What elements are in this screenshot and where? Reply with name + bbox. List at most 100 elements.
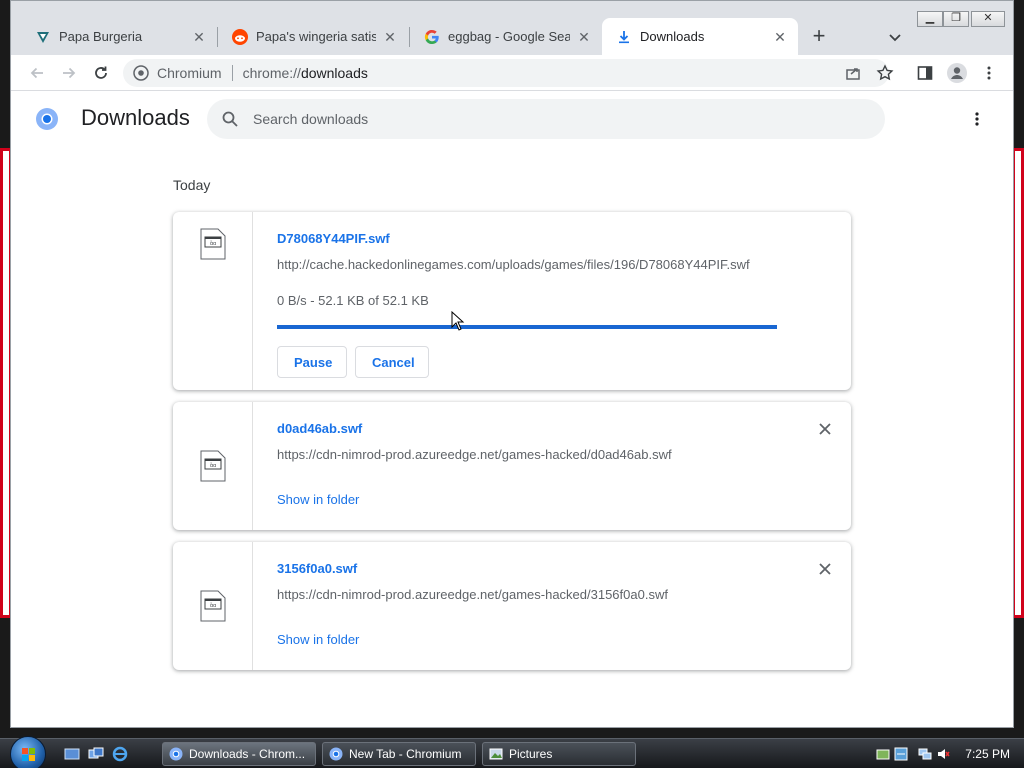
folder-pictures-icon <box>489 748 503 760</box>
tab-title: Downloads <box>640 29 705 44</box>
browser-toolbar: Chromium chrome://downloads <box>11 55 1013 91</box>
internet-explorer-icon[interactable] <box>112 746 128 762</box>
omnibox-separator <box>231 65 233 81</box>
swf-file-icon: ɑ̃ɑ <box>200 590 226 622</box>
new-tab-button[interactable]: + <box>807 25 831 49</box>
file-icon-column: ɑ̃ɑ <box>173 542 253 670</box>
taskbar: Downloads - Chrom... New Tab - Chromium … <box>0 736 1024 768</box>
switch-windows-icon[interactable] <box>88 746 104 762</box>
show-in-folder-link[interactable]: Show in folder <box>277 632 359 647</box>
search-box[interactable] <box>207 99 885 139</box>
remove-download-button[interactable] <box>817 421 833 437</box>
side-panel-button[interactable] <box>913 61 937 85</box>
tab-search-button[interactable] <box>885 27 905 47</box>
kebab-menu-icon <box>975 112 979 126</box>
close-icon[interactable]: ✕ <box>191 29 207 45</box>
close-icon[interactable]: ✕ <box>576 29 592 45</box>
search-icon <box>222 111 238 127</box>
close-icon[interactable]: ✕ <box>382 29 398 45</box>
page-title: Downloads <box>81 105 190 130</box>
search-input[interactable] <box>253 111 853 127</box>
share-button[interactable] <box>841 61 865 85</box>
show-desktop-icon[interactable] <box>64 746 80 762</box>
profile-button[interactable] <box>945 61 969 85</box>
close-window-button[interactable]: ✕ <box>971 11 1005 27</box>
network-icon[interactable] <box>918 747 932 761</box>
share-icon <box>846 68 860 80</box>
tab-papa-burgeria[interactable]: Papa Burgeria ✕ <box>21 18 217 55</box>
file-url[interactable]: https://cdn-nimrod-prod.azureedge.net/ga… <box>277 447 672 462</box>
browser-window: ▁ ❐ ✕ Papa Burgeria ✕ Papa's wingeria sa… <box>10 0 1014 728</box>
site-label: Chromium <box>157 65 222 81</box>
file-name-link[interactable]: 3156f0a0.swf <box>277 561 357 576</box>
file-icon-column: ɑ̃ɑ <box>173 402 253 530</box>
address-bar[interactable]: Chromium chrome://downloads <box>123 59 889 87</box>
close-icon <box>819 423 831 435</box>
downloads-page: Downloads Today ɑ̃ɑ D78068Y44PIF.swf htt… <box>11 91 1013 727</box>
start-button[interactable] <box>10 736 46 768</box>
minimize-button[interactable]: ▁ <box>917 11 943 27</box>
swf-file-icon: ɑ̃ɑ <box>200 450 226 482</box>
back-arrow-icon <box>30 67 43 79</box>
chromium-logo-icon <box>36 108 58 130</box>
file-url[interactable]: http://cache.hackedonlinegames.com/uploa… <box>277 257 750 272</box>
back-button[interactable] <box>25 61 49 85</box>
close-icon[interactable]: ✕ <box>772 29 788 45</box>
swf-file-icon: ɑ̃ɑ <box>200 228 226 260</box>
tray-app-icon[interactable] <box>894 747 908 761</box>
taskbar-item-downloads[interactable]: Downloads - Chrom... <box>162 742 316 766</box>
file-name-link[interactable]: D78068Y44PIF.swf <box>277 231 390 246</box>
downloads-header: Downloads <box>11 91 1013 147</box>
close-icon <box>819 563 831 575</box>
mouse-cursor-icon <box>451 311 465 331</box>
tab-papas-wingeria[interactable]: Papa's wingeria satisfact ✕ <box>218 18 408 55</box>
tray-app-icon[interactable] <box>876 747 890 761</box>
forward-arrow-icon <box>63 67 76 79</box>
maximize-button[interactable]: ❐ <box>943 11 969 27</box>
tab-downloads[interactable]: Downloads ✕ <box>602 18 798 55</box>
remove-download-button[interactable] <box>817 561 833 577</box>
google-favicon <box>424 29 440 45</box>
cancel-button[interactable]: Cancel <box>355 346 429 378</box>
chevron-down-icon <box>889 34 901 42</box>
star-icon <box>876 64 894 81</box>
reddit-favicon <box>232 28 248 45</box>
chromium-icon <box>329 747 343 761</box>
download-item: ɑ̃ɑ D78068Y44PIF.swf http://cache.hacked… <box>173 212 851 390</box>
chromium-icon <box>169 747 183 761</box>
system-clock[interactable]: 7:25 PM <box>965 747 1010 761</box>
reload-icon <box>95 66 107 79</box>
pause-button[interactable]: Pause <box>277 346 347 378</box>
svg-text:ɑ̃ɑ: ɑ̃ɑ <box>210 241 217 247</box>
avatar-icon <box>947 63 967 83</box>
tab-strip: ▁ ❐ ✕ Papa Burgeria ✕ Papa's wingeria sa… <box>11 1 1013 55</box>
file-name-link[interactable]: d0ad46ab.swf <box>277 421 362 436</box>
tab-eggbag-search[interactable]: eggbag - Google Search ✕ <box>410 18 602 55</box>
forward-button[interactable] <box>57 61 81 85</box>
taskbar-item-pictures[interactable]: Pictures <box>482 742 636 766</box>
reload-button[interactable] <box>89 61 113 85</box>
downloads-menu-button[interactable] <box>965 107 989 131</box>
windows-logo-icon <box>22 748 35 761</box>
download-progress-bar <box>277 325 777 329</box>
file-url[interactable]: https://cdn-nimrod-prod.azureedge.net/ga… <box>277 587 668 602</box>
download-icon <box>616 29 632 45</box>
file-icon-column: ɑ̃ɑ <box>173 212 253 390</box>
chromium-icon <box>133 65 149 81</box>
download-item: ɑ̃ɑ d0ad46ab.swf https://cdn-nimrod-prod… <box>173 402 851 530</box>
date-section-heading: Today <box>173 177 211 193</box>
browser-menu-button[interactable] <box>977 61 1001 85</box>
bookmark-button[interactable] <box>873 61 897 85</box>
svg-text:ɑ̃ɑ: ɑ̃ɑ <box>210 603 217 609</box>
volume-muted-icon[interactable] <box>936 747 950 761</box>
taskbar-item-label: Downloads - Chrom... <box>189 747 306 761</box>
side-panel-icon <box>917 66 933 80</box>
url-scheme: chrome:// <box>242 65 301 81</box>
kebab-menu-icon <box>987 66 991 80</box>
download-item: ɑ̃ɑ 3156f0a0.swf https://cdn-nimrod-prod… <box>173 542 851 670</box>
taskbar-item-label: New Tab - Chromium <box>349 747 462 761</box>
tab-title: Papa's wingeria satisfact <box>256 29 376 44</box>
url-path: downloads <box>300 65 368 81</box>
show-in-folder-link[interactable]: Show in folder <box>277 492 359 507</box>
taskbar-item-new-tab[interactable]: New Tab - Chromium <box>322 742 476 766</box>
